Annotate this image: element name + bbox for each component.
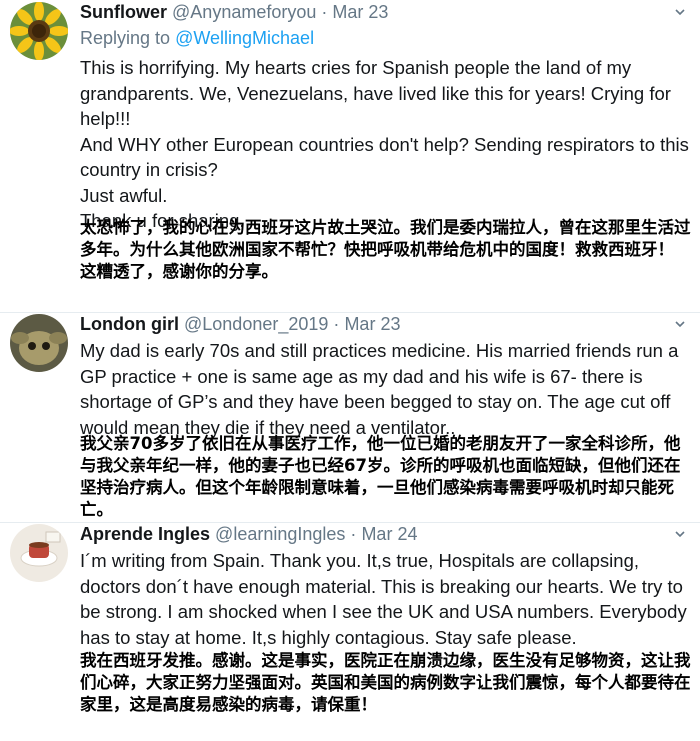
author-name[interactable]: London girl [80, 314, 179, 334]
tweet-aprende-ingles[interactable]: Aprende Ingles @learningIngles · Mar 24 … [0, 522, 700, 741]
tweet-text-line: I´m writing from Spain. Thank you. It,s … [80, 550, 687, 648]
author-name[interactable]: Sunflower [80, 2, 167, 22]
tweet-date[interactable]: Mar 23 [344, 314, 400, 334]
translation-line: 我父亲70多岁了依旧在从事医疗工作，他一位已婚的老朋友开了一家全科诊所，他与我父… [80, 434, 681, 519]
avatar-sunflower[interactable] [10, 2, 68, 60]
tweet-text-line: This is horrifying. My hearts cries for … [80, 57, 671, 129]
tweet-text-line: Just awful. [80, 184, 168, 206]
chinese-translation: 太恐怖了，我的心在为西班牙这片故土哭泣。我们是委内瑞拉人，曾在这那里生活过多年。… [80, 217, 692, 283]
tweet-date[interactable]: Mar 23 [332, 2, 388, 22]
separator-dot: · [321, 2, 328, 22]
tweet-text: This is horrifying. My hearts cries for … [80, 55, 692, 234]
tweet-header: Aprende Ingles @learningIngles · Mar 24 [80, 522, 417, 546]
tweet-text: My dad is early 70s and still practices … [80, 338, 692, 440]
separator-dot: · [333, 314, 340, 334]
tweet-text: I´m writing from Spain. Thank you. It,s … [80, 548, 692, 650]
tweet-text-line: My dad is early 70s and still practices … [80, 340, 679, 438]
tweet-london-girl[interactable]: London girl @Londoner_2019 · Mar 23 My d… [0, 312, 700, 522]
chinese-translation: 我在西班牙发推。感谢。这是事实，医院正在崩溃边缘，医生没有足够物资，这让我们心碎… [80, 650, 692, 716]
author-handle[interactable]: @learningIngles [215, 524, 345, 544]
translation-line: 我在西班牙发推。感谢。这是事实，医院正在崩溃边缘，医生没有足够物资，这让我们心碎… [80, 651, 691, 714]
chevron-down-icon[interactable] [674, 528, 686, 540]
author-handle[interactable]: @Anynameforyou [172, 2, 316, 22]
separator-dot: · [350, 524, 357, 544]
profile-photo-icon [10, 314, 68, 372]
chinese-translation: 我父亲70多岁了依旧在从事医疗工作，他一位已婚的老朋友开了一家全科诊所，他与我父… [80, 433, 692, 521]
author-name[interactable]: Aprende Ingles [80, 524, 210, 544]
tweet-date[interactable]: Mar 24 [361, 524, 417, 544]
author-handle[interactable]: @Londoner_2019 [184, 314, 328, 334]
translation-line: 这糟透了，感谢你的分享。 [80, 262, 278, 281]
tweet-header: London girl @Londoner_2019 · Mar 23 [80, 312, 400, 336]
chevron-down-icon[interactable] [674, 318, 686, 330]
tweet-sunflower[interactable]: Sunflower @Anynameforyou · Mar 23 Replyi… [0, 0, 700, 312]
chevron-down-icon[interactable] [674, 6, 686, 18]
translation-line: 太恐怖了，我的心在为西班牙这片故土哭泣。我们是委内瑞拉人，曾在这那里生活过多年。… [80, 218, 691, 259]
avatar-aprende-ingles[interactable] [10, 524, 68, 582]
replying-to-link[interactable]: @WellingMichael [175, 28, 314, 48]
replying-prefix: Replying to [80, 28, 171, 48]
avatar-london-girl[interactable] [10, 314, 68, 372]
profile-photo-icon [10, 524, 68, 582]
sunflower-avatar-icon [10, 2, 68, 60]
tweet-header: Sunflower @Anynameforyou · Mar 23 [80, 0, 388, 24]
tweet-text-line: And WHY other European countries don't h… [80, 133, 689, 181]
replying-to: Replying to @WellingMichael [80, 28, 314, 49]
